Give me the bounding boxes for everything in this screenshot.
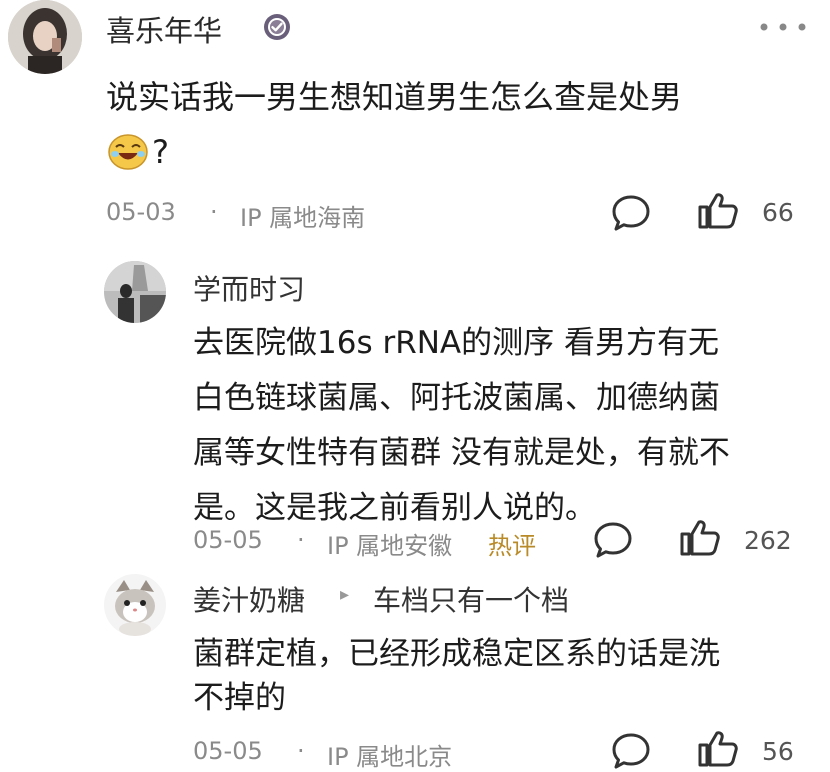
reply-bubble-icon[interactable] xyxy=(610,193,652,233)
avatar-main[interactable] xyxy=(8,0,82,74)
reply-2-like-count: 56 xyxy=(762,737,794,766)
like-thumb-icon[interactable] xyxy=(696,189,740,233)
verified-badge-icon xyxy=(262,12,292,42)
reply-2-reply-to-username[interactable]: 车档只有一个档 xyxy=(373,579,569,619)
main-comment-text: 说实话我一男生想知道男生怎么查是处男 xyxy=(106,78,683,116)
hot-comment-badge: 热评 xyxy=(488,532,536,560)
reply-1-separator: · xyxy=(297,526,305,554)
reply-1-text-line-3: 属等女性特有菌群 没有就是处，有就不 xyxy=(193,435,730,471)
more-options-icon[interactable] xyxy=(757,20,809,34)
reply-1-text-line-2: 白色链球菌属、阿托波菌属、加德纳菌 xyxy=(193,380,720,416)
reply-2-username[interactable]: 姜汁奶糖 xyxy=(193,579,305,619)
reply-1-text-line-1: 去医院做16s rRNA的测序 看男方有无 xyxy=(193,325,719,361)
main-comment-ip: IP 属地海南 xyxy=(240,204,366,232)
reply-bubble-icon[interactable] xyxy=(610,731,652,769)
reply-1-date: 05-05 xyxy=(193,526,263,554)
reply-to-arrow-icon: ▸ xyxy=(340,584,350,605)
avatar-reply-1[interactable] xyxy=(104,261,166,323)
main-like-count: 66 xyxy=(762,198,794,227)
reply-2-text-line-2: 不掉的 xyxy=(193,680,286,716)
main-comment-date: 05-03 xyxy=(106,198,176,226)
reply-2-ip: IP 属地北京 xyxy=(327,743,453,771)
reply-1-username[interactable]: 学而时习 xyxy=(193,268,305,308)
main-comment-text-suffix: ? xyxy=(152,133,169,171)
reply-2-date: 05-05 xyxy=(193,737,263,765)
main-comment-separator: · xyxy=(210,198,218,226)
reply-1-like-count: 262 xyxy=(744,526,792,555)
reply-1-ip: IP 属地安徽 xyxy=(327,532,453,560)
laughing-emoji-icon xyxy=(106,132,150,172)
reply-bubble-icon[interactable] xyxy=(592,520,634,560)
like-thumb-icon[interactable] xyxy=(678,516,722,560)
like-thumb-icon[interactable] xyxy=(696,727,740,769)
reply-2-separator: · xyxy=(297,737,305,765)
main-username[interactable]: 喜乐年华 xyxy=(106,8,222,50)
avatar-reply-2[interactable] xyxy=(104,574,166,636)
